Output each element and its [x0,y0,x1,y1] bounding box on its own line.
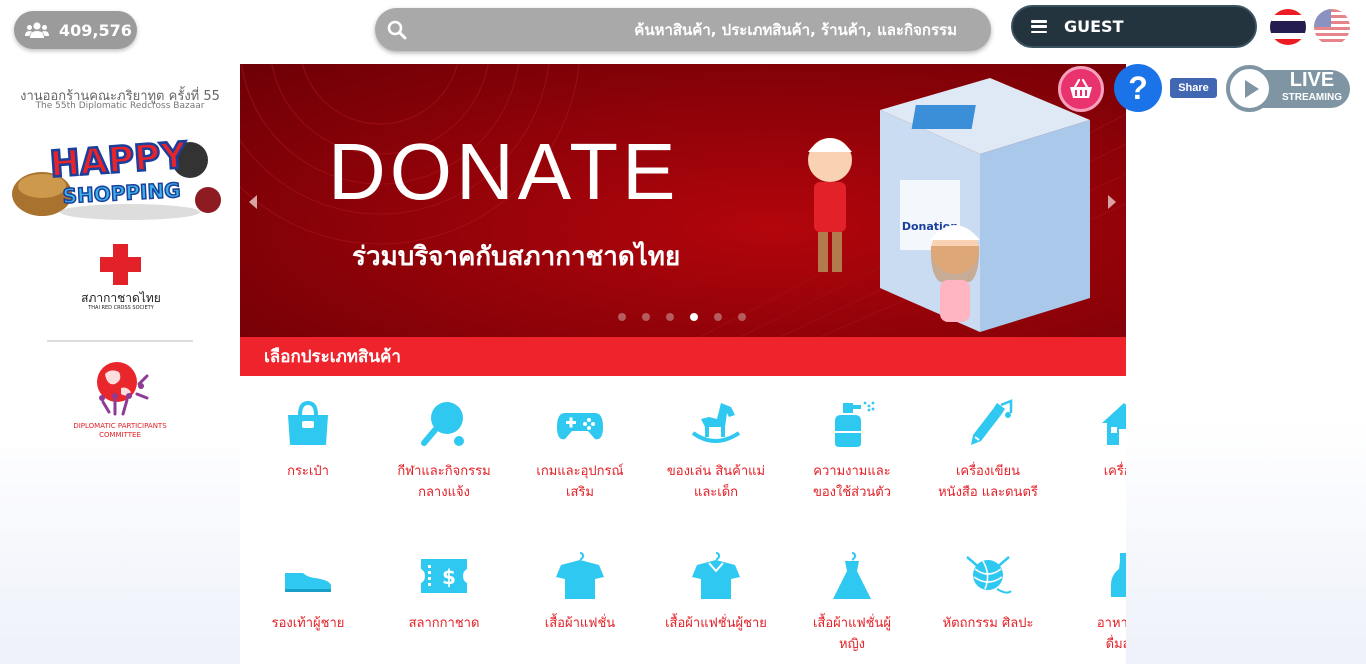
category-label: เกมและอุปกรณ์ เสริม [536,464,624,500]
category-mens-shoes[interactable]: รองเท้าผู้ชาย [246,551,370,634]
pen-note-icon [971,399,1013,445]
category-label: ของเล่น สินค้าแม่ และเด็ก [666,464,766,500]
redcross-name-en: THAI RED CROSS SOCIETY [88,305,154,311]
category-womens-fashion[interactable]: เสื้อผ้าแฟชั่นผู้ หญิง [790,551,914,655]
us-flag-icon[interactable] [1314,9,1350,45]
live-streaming-button[interactable]: LIVE STREAMING [1226,65,1350,112]
category-home[interactable]: เครื่องใ [1062,399,1126,482]
category-label: เสื้อผ้าแฟชั่น [544,616,616,631]
category-beauty[interactable]: ความงามและ ของใช้ส่วนตัว [790,399,914,503]
category-label: หัตถกรรม ศิลปะ [942,616,1034,631]
red-cross-icon [100,244,141,285]
visitor-count: 409,576 [59,20,132,40]
user-label: GUEST [1064,17,1124,36]
ticket-icon: $ [421,559,467,593]
search-bar[interactable] [375,8,991,51]
category-toys[interactable]: ของเล่น สินค้าแม่ และเด็ก [654,399,778,503]
banner-subtitle: ร่วมบริจาคกับสภากาชาดไทย [352,242,681,272]
live-sub-label: STREAMING [1282,92,1342,103]
thai-flag-icon[interactable] [1270,9,1306,45]
category-food-drink[interactable]: อาหารแลดื่มสำเ [1062,551,1126,655]
mens-shirt-icon [692,552,740,599]
slide-dot[interactable] [738,313,746,321]
happy-shopping-logo[interactable]: HAPPY SHOPPING [10,124,228,220]
banner-title: DONATE [328,127,680,216]
house-icon [1102,403,1126,445]
basket-button[interactable] [1058,66,1104,112]
slide-dot[interactable] [618,313,626,321]
play-icon [1226,65,1273,112]
thai-red-cross-logo[interactable]: สภากาชาดไทย THAI RED CROSS SOCIETY [79,244,163,314]
sponsor-panel: งานออกร้านคณะภริยาทูต ครั้งที่ 55 The 55… [0,64,240,448]
slide-indicators [618,313,746,321]
sidebar-divider [47,340,193,342]
dress-icon [833,552,871,599]
hamburger-icon [1031,20,1047,33]
yarn-icon [966,556,1012,594]
pingpong-icon [421,402,464,446]
basket-icon [1070,78,1092,98]
category-label: อาหารแลดื่มสำเ [1096,616,1126,652]
guest-menu-button[interactable]: GUEST [1011,5,1257,48]
dpc-logo-icon[interactable] [93,358,149,416]
category-label: เครื่องเขียน หนังสือ และดนตรี [938,464,1038,500]
next-slide-arrow[interactable] [1108,195,1116,209]
category-stationery[interactable]: เครื่องเขียน หนังสือ และดนตรี [926,399,1050,503]
category-label: กระเป๋า [287,464,329,479]
dpc-name: DIPLOMATIC PARTICIPANTS COMMITTEE [73,422,167,439]
prev-slide-arrow[interactable] [249,195,257,209]
slide-dot[interactable] [714,313,722,321]
category-games[interactable]: เกมและอุปกรณ์ เสริม [518,399,642,503]
search-icon[interactable] [387,20,407,40]
users-icon [25,22,49,38]
share-button[interactable]: Share [1170,78,1217,98]
bazaar-title-en: The 55th Diplomatic Redcross Bazaar [35,101,205,111]
bottle-icon [1111,553,1126,597]
gamepad-icon [557,413,603,440]
slide-dot[interactable] [642,313,650,321]
category-label: กีฬาและกิจกรรม กลางแจ้ง [397,464,491,500]
search-input[interactable] [407,20,991,39]
category-mens-fashion[interactable]: เสื้อผ้าแฟชั่นผู้ชาย [654,551,778,634]
category-label: รองเท้าผู้ชาย [271,616,345,631]
category-fashion[interactable]: เสื้อผ้าแฟชั่น [518,551,642,634]
category-sports[interactable]: กีฬาและกิจกรรม กลางแจ้ง [382,399,506,503]
live-label: LIVE [1289,69,1335,91]
category-lottery[interactable]: $ สลากกาชาด [382,551,506,634]
slide-dot-active[interactable] [690,313,698,321]
spray-bottle-icon [835,401,875,447]
category-panel: เลือกประเภทสินค้า กระเป๋า กีฬาและกิจกรรม… [240,337,1126,664]
shirt-icon [556,552,604,599]
visitor-counter: 409,576 [14,11,137,49]
shoe-icon [285,573,331,592]
hero-banner[interactable]: DONATE ร่วมบริจาคกับสภากาชาดไทย Donation [240,64,1126,337]
svg-text:$: $ [442,565,456,589]
slide-dot[interactable] [666,313,674,321]
category-label: เสื้อผ้าแฟชั่นผู้ หญิง [812,616,891,652]
category-label: ความงามและ ของใช้ส่วนตัว [812,464,892,500]
rocking-horse-icon [691,403,741,443]
category-crafts[interactable]: หัตถกรรม ศิลปะ [926,551,1050,634]
category-label: เสื้อผ้าแฟชั่นผู้ชาย [665,616,767,631]
category-header: เลือกประเภทสินค้า [240,337,1126,376]
category-label: เครื่องใ [1103,464,1126,479]
svg-text:SHOPPING: SHOPPING [62,178,181,208]
category-bags[interactable]: กระเป๋า [246,399,370,482]
bag-icon [288,400,328,445]
help-button[interactable]: ? [1114,64,1162,112]
category-label: สลากกาชาด [408,616,480,631]
